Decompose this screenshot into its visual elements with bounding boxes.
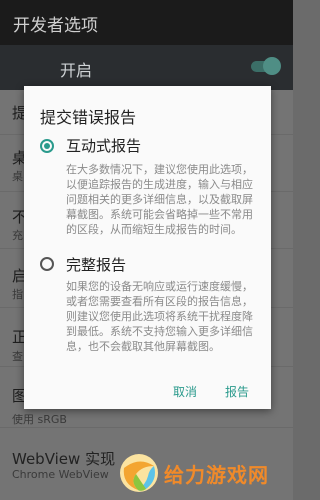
- full-report-label[interactable]: 完整报告: [66, 254, 126, 275]
- watermark-logo-icon: [120, 454, 158, 492]
- settings-item-subtitle: 使用 sRGB: [12, 413, 67, 426]
- watermark-text: 给力游戏网: [164, 463, 269, 487]
- interactive-report-radio[interactable]: [40, 139, 54, 153]
- master-switch-thumb[interactable]: [263, 57, 281, 75]
- master-switch-label: 开启: [60, 61, 93, 80]
- settings-item-subtitle: 指: [12, 288, 23, 301]
- settings-item-subtitle: 充: [12, 229, 23, 242]
- dialog-title: 提交错误报告: [40, 108, 137, 127]
- app-bar: 开发者选项: [0, 0, 293, 45]
- settings-item-title: WebView 实现: [12, 450, 116, 468]
- settings-item-subtitle: 查: [12, 350, 23, 363]
- settings-item-subtitle: 桌: [12, 170, 23, 183]
- bug-report-dialog: 提交错误报告 互动式报告 在大多数情况下，建议您使用此选项，以便追踪报告的生成进…: [24, 86, 271, 409]
- page-title: 开发者选项: [13, 16, 98, 36]
- cancel-button[interactable]: 取消: [173, 383, 197, 400]
- full-report-description: 如果您的设备无响应或运行速度缓慢，或者您需要查看所有区段的报告信息，则建议您使用…: [66, 280, 253, 353]
- interactive-report-label[interactable]: 互动式报告: [66, 135, 141, 156]
- interactive-report-description: 在大多数情况下，建议您使用此选项，以便追踪报告的生成进度，输入与相应问题相关的更…: [66, 163, 253, 236]
- report-button[interactable]: 报告: [225, 383, 249, 400]
- full-report-radio[interactable]: [40, 257, 54, 271]
- settings-item-subtitle: Chrome WebView: [12, 468, 109, 481]
- master-switch-row[interactable]: 开启: [0, 45, 293, 90]
